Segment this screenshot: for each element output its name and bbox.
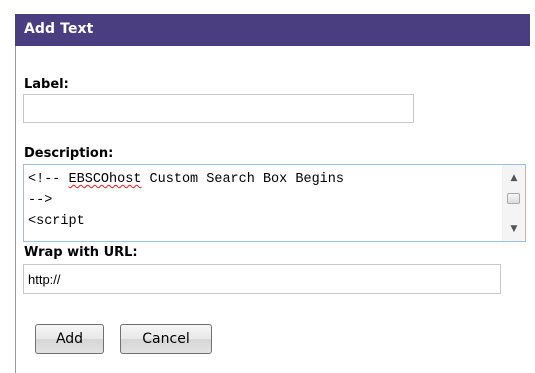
description-textarea[interactable]: <!-- EBSCOhost Custom Search Box Begins -…	[23, 164, 526, 242]
description-line-text: <!--	[28, 172, 69, 187]
description-field-caption: Description:	[24, 146, 114, 161]
description-text[interactable]: <!-- EBSCOhost Custom Search Box Begins -…	[28, 169, 503, 232]
dialog-titlebar: Add Text	[15, 14, 530, 46]
dialog-left-border	[15, 14, 16, 373]
wrap-url-input[interactable]	[23, 264, 501, 294]
label-field-caption: Label:	[24, 77, 69, 92]
description-line: <!-- EBSCOhost Custom Search Box Begins	[28, 169, 503, 190]
scroll-up-arrow-icon[interactable]: ▲	[503, 169, 525, 187]
dialog-title: Add Text	[24, 21, 94, 37]
misspelled-word: EBSCOhost	[68, 172, 142, 187]
cancel-button[interactable]: Cancel	[120, 324, 212, 354]
add-text-dialog: Add Text Label: Description: <!-- EBSCOh…	[0, 0, 535, 373]
description-line: <script	[28, 211, 503, 232]
description-line: -->	[28, 190, 503, 211]
scroll-down-arrow-icon[interactable]: ▼	[503, 220, 525, 238]
add-button[interactable]: Add	[35, 324, 104, 354]
description-line-text: -->	[28, 193, 53, 208]
scroll-thumb[interactable]	[507, 193, 520, 204]
description-scrollbar[interactable]: ▲ ▼	[502, 165, 525, 241]
label-input[interactable]	[23, 94, 414, 123]
description-line-text: <script	[28, 214, 85, 229]
description-line-text: Custom Search Box Begins	[141, 172, 344, 187]
wrap-url-field-caption: Wrap with URL:	[24, 245, 138, 260]
